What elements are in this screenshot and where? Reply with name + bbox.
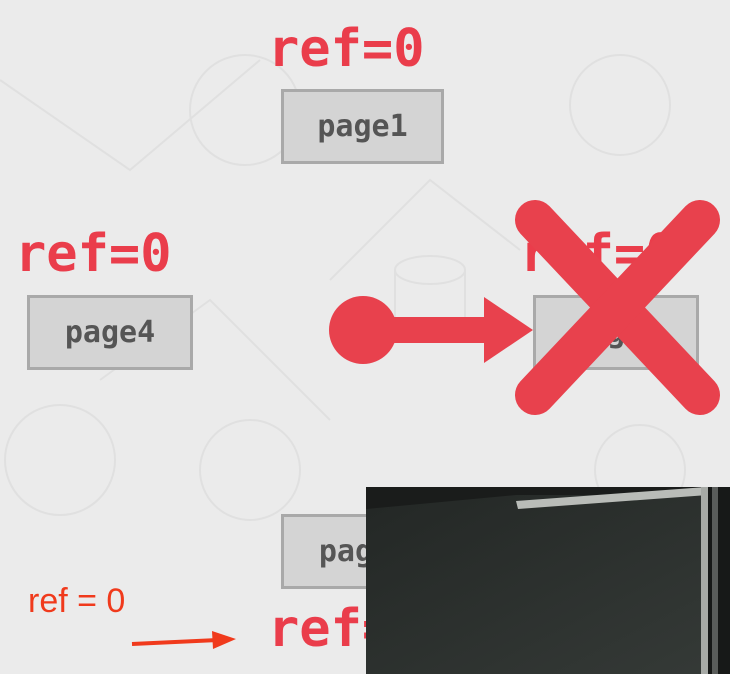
ref-count-page4: ref=0 (15, 224, 172, 284)
page3-label: page3 (570, 315, 662, 350)
page4-label: page4 (64, 315, 156, 350)
presenter-camera-feed (366, 487, 730, 674)
ref-count-page1: ref=0 (268, 19, 425, 79)
chalkboard-image (366, 487, 730, 674)
annotation-ref-label: ref = 0 (28, 582, 126, 620)
page4-box: page4 (27, 295, 193, 370)
ref-count-page3: ref=0 (520, 224, 677, 284)
slide-canvas: ref=0 page1 ref=0 page4 ref=0 page3 page… (0, 0, 730, 674)
page3-box: page3 (533, 295, 699, 370)
page1-box: page1 (281, 89, 444, 164)
page1-label: page1 (317, 109, 408, 144)
